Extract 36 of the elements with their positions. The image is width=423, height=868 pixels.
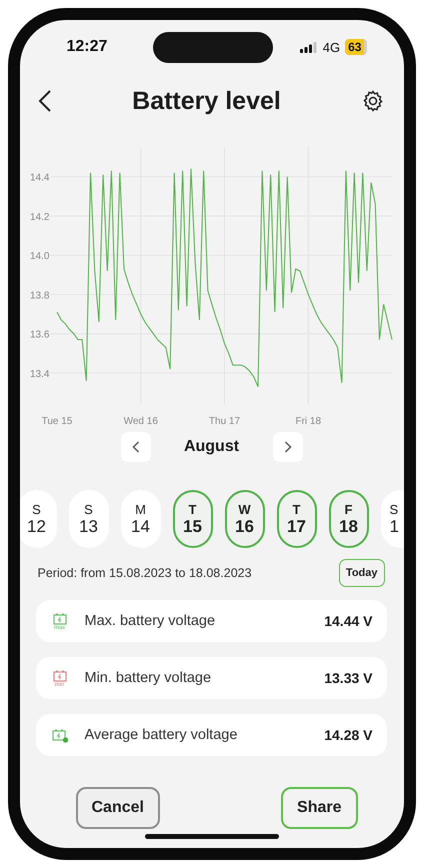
axis-label: Tue 15 xyxy=(41,416,72,427)
axis-label: 13.6 xyxy=(30,330,49,341)
day-pill[interactable]: F 18 xyxy=(328,490,368,548)
day-pill[interactable]: W 16 xyxy=(224,490,264,548)
axis-label: Fri 18 xyxy=(294,416,321,427)
axis-label: 14.2 xyxy=(30,212,49,223)
page-title: Battery level xyxy=(132,86,281,116)
chevron-left-icon xyxy=(132,441,140,453)
axis-label: 13.8 xyxy=(30,290,49,302)
signal-icon xyxy=(300,42,318,52)
day-pill[interactable]: T 17 xyxy=(276,490,316,548)
day-pill[interactable]: S 1 xyxy=(380,490,404,548)
stat-value: 14.28 V xyxy=(324,727,372,743)
day-pill[interactable]: S 13 xyxy=(68,490,108,548)
stat-value: 13.33 V xyxy=(324,670,372,686)
day-pill[interactable]: T 15 xyxy=(172,490,212,548)
month-label: August xyxy=(182,438,240,456)
chevron-right-icon xyxy=(284,441,292,453)
status-time: 12:27 xyxy=(66,38,108,56)
stat-label: Max. battery voltage xyxy=(84,613,216,629)
axis-label: 14.4 xyxy=(30,172,49,184)
network-label: 4G xyxy=(322,40,340,54)
axis-label: 13.4 xyxy=(30,369,49,380)
period-text: Period: from 15.08.2023 to 18.08.2023 xyxy=(38,566,252,580)
stat-label: Min. battery voltage xyxy=(84,670,212,686)
day-pill[interactable]: S 12 xyxy=(20,490,56,548)
axis-label: Wed 16 xyxy=(123,416,158,427)
day-pill[interactable]: M 14 xyxy=(120,490,160,548)
cancel-button[interactable]: Cancel xyxy=(76,787,160,829)
stat-value: 14.44 V xyxy=(324,613,372,629)
share-button[interactable]: Share xyxy=(281,787,358,829)
today-button[interactable]: Today xyxy=(338,559,384,587)
stat-label: Average battery voltage xyxy=(84,727,238,743)
battery-indicator: 63 xyxy=(345,39,368,55)
axis-label: 14.0 xyxy=(30,251,49,262)
axis-label: Thu 17 xyxy=(208,416,240,427)
